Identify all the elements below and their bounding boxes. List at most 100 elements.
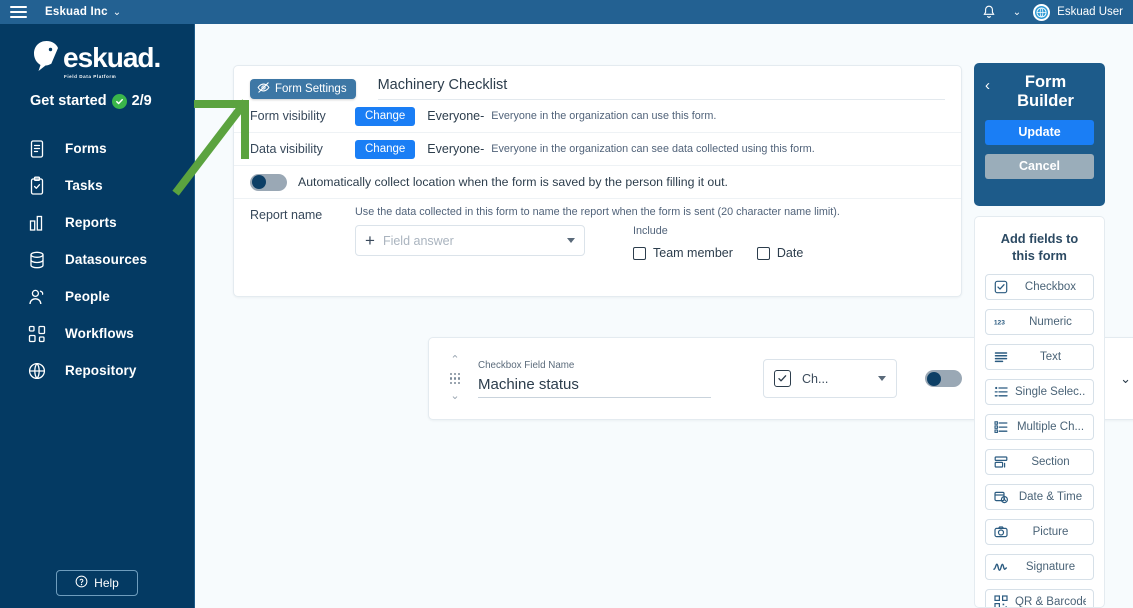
form-visibility-change-button[interactable]: Change	[355, 107, 415, 126]
add-field-qr-barcode[interactable]: QR & Barcode	[985, 589, 1094, 608]
forms-icon	[26, 138, 48, 160]
auto-location-label: Automatically collect location when the …	[298, 175, 728, 189]
add-field-signature[interactable]: Signature	[985, 554, 1094, 580]
numeric-123-icon: 123	[993, 314, 1008, 329]
sidebar-item-repository[interactable]: Repository	[0, 352, 194, 389]
field-name-group: Checkbox Field Name Machine status	[478, 360, 711, 398]
logo-tagline: Field Data Platform	[64, 74, 194, 79]
add-field-multiple-choice[interactable]: Multiple Ch...	[985, 414, 1094, 440]
check-circle-icon	[112, 94, 127, 109]
user-chevron-down-icon[interactable]: ⌄	[1013, 7, 1021, 18]
eskuad-logo-mark-icon	[32, 40, 62, 72]
add-field-text[interactable]: Text	[985, 344, 1094, 370]
caret-down-icon	[878, 376, 886, 381]
chevron-down-icon[interactable]: ⌄	[113, 7, 121, 18]
add-fields-title-line1: Add fields to	[985, 230, 1094, 247]
form-title: Machinery Checklist	[378, 77, 945, 93]
sidebar-nav: Forms Tasks Reports Datasources	[0, 130, 194, 389]
report-name-label: Report name	[250, 206, 355, 260]
user-chip[interactable]: Eskuad User	[1033, 4, 1123, 21]
form-visibility-description: Everyone in the organization can use thi…	[491, 110, 716, 122]
datasources-database-icon	[26, 249, 48, 271]
form-builder-title-line2: Builder	[997, 92, 1094, 111]
topbar-right-group: ⌄ Eskuad User	[982, 4, 1133, 21]
sidebar-item-workflows[interactable]: Workflows	[0, 315, 194, 352]
sidebar-item-label: Datasources	[65, 252, 147, 267]
toggle-knob	[252, 175, 266, 189]
multiple-choice-icon	[993, 419, 1008, 434]
add-field-date-time[interactable]: Date & Time	[985, 484, 1094, 510]
form-settings-button-label: Form Settings	[275, 83, 347, 95]
help-button[interactable]: Help	[56, 570, 138, 596]
auto-location-toggle[interactable]	[250, 174, 287, 191]
org-name[interactable]: Eskuad Inc	[45, 6, 108, 18]
field-required-toggle[interactable]	[925, 370, 962, 387]
include-team-member-option[interactable]: Team member	[633, 246, 733, 260]
sidebar-item-label: Reports	[65, 215, 117, 230]
add-fields-title-line2: this form	[985, 247, 1094, 264]
add-fields-panel: Add fields to this form Checkbox 123 Num…	[974, 216, 1105, 608]
add-field-single-select[interactable]: Single Selec...	[985, 379, 1094, 405]
chevron-down-icon[interactable]: ⌄	[450, 391, 459, 402]
data-visibility-change-button[interactable]: Change	[355, 140, 415, 159]
checkbox-icon[interactable]	[633, 247, 646, 260]
add-field-label: QR & Barcode	[1015, 596, 1086, 608]
drag-handle-icon[interactable]	[450, 373, 461, 384]
bell-icon[interactable]	[982, 5, 996, 20]
field-answer-select[interactable]: + Field answer	[355, 225, 585, 256]
field-reorder-controls: ⌃ ⌄	[442, 355, 468, 402]
form-title-field[interactable]: Machinery Checklist	[378, 77, 945, 100]
tasks-clipboard-icon	[26, 175, 48, 197]
brand-logo[interactable]: eskuad. Field Data Platform	[0, 24, 194, 79]
include-date-option[interactable]: Date	[757, 246, 803, 260]
sidebar-item-forms[interactable]: Forms	[0, 130, 194, 167]
add-field-numeric[interactable]: 123 Numeric	[985, 309, 1094, 335]
date-time-icon	[993, 489, 1008, 504]
add-field-label: Section	[1015, 456, 1086, 468]
sidebar-item-datasources[interactable]: Datasources	[0, 241, 194, 278]
field-expand-chevron-down-icon[interactable]: ⌄	[1120, 371, 1131, 387]
chevron-left-icon[interactable]: ‹	[985, 73, 990, 94]
add-field-label: Numeric	[1015, 316, 1086, 328]
add-field-label: Picture	[1015, 526, 1086, 538]
sidebar-item-label: Repository	[65, 363, 137, 378]
chevron-up-icon[interactable]: ⌃	[450, 355, 459, 366]
form-settings-button[interactable]: Form Settings	[250, 79, 356, 99]
logo-wordmark: eskuad.	[63, 44, 160, 72]
cancel-button[interactable]: Cancel	[985, 154, 1094, 179]
data-visibility-description: Everyone in the organization can see dat…	[491, 143, 815, 155]
checkbox-icon	[993, 279, 1008, 294]
repository-globe-icon	[26, 360, 48, 382]
sidebar-item-reports[interactable]: Reports	[0, 204, 194, 241]
field-name-input[interactable]: Machine status	[478, 373, 711, 398]
get-started-progress[interactable]: Get started 2/9	[30, 93, 194, 109]
sidebar-item-people[interactable]: People	[0, 278, 194, 315]
help-label: Help	[94, 576, 119, 590]
report-name-controls: + Field answer Include Team member	[355, 225, 945, 260]
add-field-picture[interactable]: Picture	[985, 519, 1094, 545]
add-field-label: Single Selec...	[1015, 386, 1086, 398]
add-field-label: Date & Time	[1015, 491, 1086, 503]
field-name-label: Checkbox Field Name	[478, 360, 711, 371]
data-visibility-label: Data visibility	[250, 142, 355, 156]
checkbox-icon[interactable]	[757, 247, 770, 260]
add-field-label: Multiple Ch...	[1015, 421, 1086, 433]
top-bar: Eskuad Inc ⌄ ⌄ Eskuad User	[0, 0, 1133, 24]
data-visibility-row: Data visibility Change Everyone- Everyon…	[234, 133, 961, 166]
update-button[interactable]: Update	[985, 120, 1094, 145]
sidebar-item-tasks[interactable]: Tasks	[0, 167, 194, 204]
auto-location-row: Automatically collect location when the …	[234, 166, 961, 199]
hamburger-menu-icon[interactable]	[10, 6, 27, 18]
add-field-section[interactable]: Section	[985, 449, 1094, 475]
form-builder-panel: ‹ Form Builder Update Cancel	[974, 63, 1105, 206]
svg-text:123: 123	[994, 319, 1005, 326]
add-field-checkbox[interactable]: Checkbox	[985, 274, 1094, 300]
form-visibility-label: Form visibility	[250, 109, 355, 123]
add-fields-title: Add fields to this form	[985, 230, 1094, 265]
field-type-select[interactable]: Ch...	[763, 359, 897, 398]
sidebar-item-label: Workflows	[65, 326, 134, 341]
add-field-label: Text	[1015, 351, 1086, 363]
field-answer-placeholder: Field answer	[383, 234, 567, 248]
sidebar: eskuad. Field Data Platform Get started …	[0, 24, 195, 608]
camera-icon	[993, 524, 1008, 539]
